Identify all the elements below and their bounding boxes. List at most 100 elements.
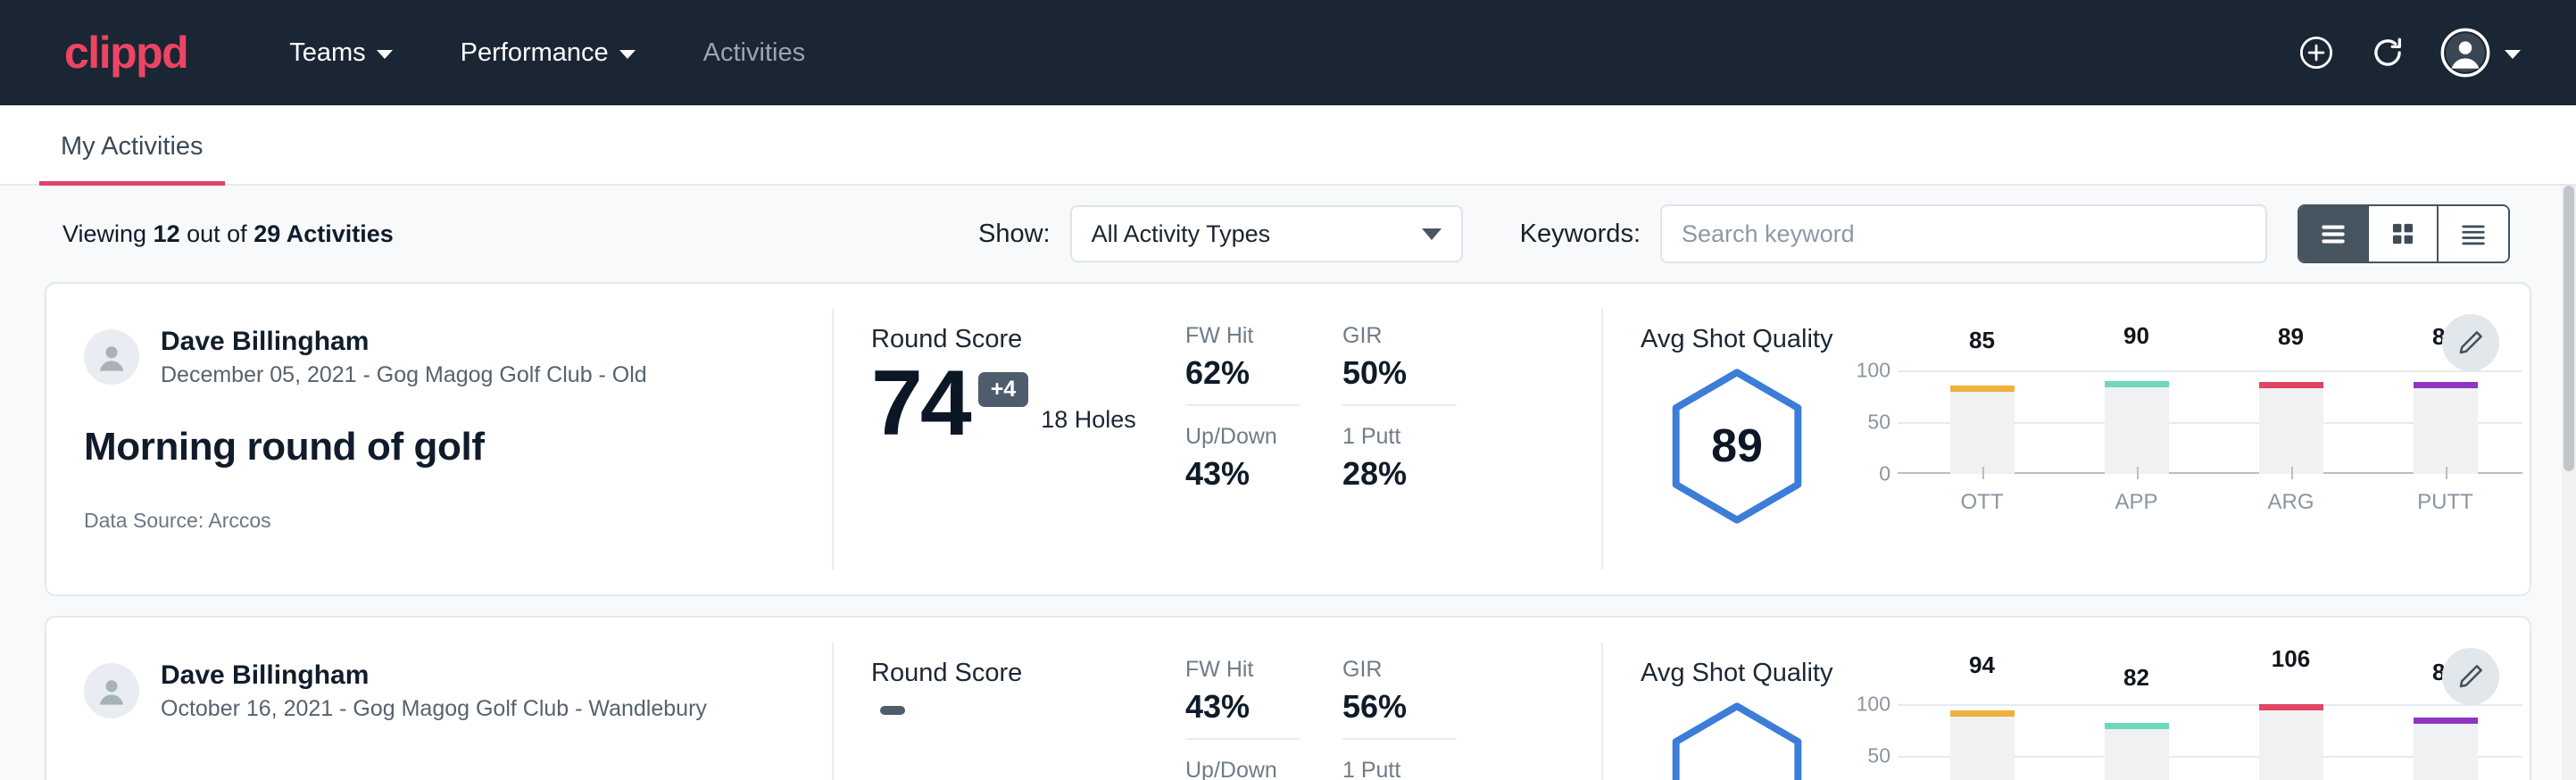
nav-item-teams[interactable]: Teams	[266, 38, 415, 68]
stat-gir-value: 50%	[1342, 354, 1457, 392]
list-view-icon	[2316, 217, 2350, 251]
edit-activity-button[interactable]	[2442, 314, 2499, 371]
bar-cap	[2414, 382, 2478, 388]
divider	[1342, 404, 1457, 406]
tab-my-activities[interactable]: My Activities	[39, 132, 225, 186]
refresh-icon[interactable]	[2369, 34, 2406, 71]
bar-cap	[2414, 718, 2478, 724]
activity-info-column: Dave Billingham December 05, 2021 - Gog …	[46, 284, 832, 594]
viewing-suffix: Activities	[280, 220, 394, 247]
stat-up-down: Up/Down	[1185, 758, 1300, 780]
bar-cap	[2105, 381, 2169, 387]
bar-rect	[1950, 386, 2015, 474]
chart-bar-app: 82	[2059, 704, 2214, 780]
avatar	[84, 329, 139, 385]
avg-shot-quality-label: Avg Shot Quality	[1641, 659, 2530, 688]
person-icon	[92, 337, 131, 377]
account-menu[interactable]	[2440, 28, 2521, 78]
chevron-down-icon	[2505, 50, 2521, 59]
stat-gir-label: GIR	[1342, 657, 1457, 683]
avg-shot-quality-value: 89	[1711, 419, 1763, 473]
score-differential-badge: +4	[978, 372, 1029, 407]
search-input[interactable]	[1660, 204, 2267, 263]
viewing-prefix: Viewing	[62, 220, 154, 247]
x-tick-label: OTT	[1961, 490, 2004, 515]
chart-bar-group: 85908989	[1905, 370, 2522, 474]
avg-shot-quality-column: Avg Shot Quality 100	[1603, 618, 2530, 780]
bar-value-label: 89	[2278, 323, 2304, 351]
compact-view-icon	[2456, 217, 2490, 251]
quality-hexagon: 89	[1666, 367, 1808, 526]
nav-item-activities[interactable]: Activities	[680, 38, 828, 68]
pencil-icon	[2456, 661, 2486, 692]
nav-item-teams-label: Teams	[289, 38, 365, 68]
chart-x-axis: OTTAPPARGPUTT	[1905, 476, 2522, 515]
chart-bars-area: 85908989	[1905, 370, 2522, 474]
nav-item-performance[interactable]: Performance	[437, 38, 659, 68]
chart-bar-app: 90	[2059, 370, 2214, 474]
stat-one-putt: 1 Putt 28%	[1342, 424, 1457, 493]
stat-fw-hit: FW Hit 62%	[1185, 323, 1300, 424]
stat-gir-value: 56%	[1342, 688, 1457, 726]
stat-fw-hit-value: 43%	[1185, 688, 1300, 726]
avg-shot-quality-body: 89 100 50 0	[1641, 367, 2530, 526]
activity-card[interactable]: Dave Billingham December 05, 2021 - Gog …	[45, 282, 2531, 596]
grid-view-button[interactable]	[2369, 206, 2439, 261]
page-scrollbar[interactable]	[2562, 186, 2576, 780]
top-navigation-bar: clippd Teams Performance Activities	[0, 0, 2576, 105]
bar-cap	[2259, 704, 2323, 710]
activity-type-select[interactable]: All Activity Types	[1070, 205, 1463, 262]
shot-quality-bar-chart: 100 50 0 948210687 OTTAPPARGPUTT	[1833, 701, 2530, 780]
compact-view-button[interactable]	[2439, 206, 2508, 261]
y-tick-0: 0	[1879, 462, 1890, 486]
bar-cap	[2259, 382, 2323, 388]
stat-fw-hit-value: 62%	[1185, 354, 1300, 392]
quality-hexagon-wrap	[1641, 701, 1833, 780]
chart-bar-putt: 87	[2368, 704, 2522, 780]
holes-played: 18 Holes	[1041, 406, 1136, 434]
divider	[1185, 404, 1300, 406]
activity-type-select-value: All Activity Types	[1092, 220, 1271, 248]
page-scrollbar-thumb[interactable]	[2564, 186, 2574, 471]
x-tick-label: ARG	[2267, 490, 2314, 515]
top-nav-actions	[2298, 28, 2521, 78]
bar-value-label: 82	[2123, 664, 2149, 692]
shot-quality-bar-chart: 100 50 0 85908989 OTTAPPARGPUTT	[1833, 367, 2530, 474]
stat-up-down-value: 43%	[1185, 455, 1300, 493]
round-score-column: Round Score 74 +4 18 Holes	[834, 284, 1182, 594]
activity-card[interactable]: Dave Billingham October 16, 2021 - Gog M…	[45, 616, 2531, 780]
stat-fw-hit: FW Hit 43%	[1185, 657, 1300, 758]
tab-my-activities-label: My Activities	[61, 132, 204, 161]
edit-activity-button[interactable]	[2442, 648, 2499, 705]
x-tick-ott: OTT	[1905, 476, 2059, 515]
y-tick-50: 50	[1867, 744, 1890, 768]
activity-data-source: Data Source: Arccos	[84, 509, 832, 533]
chart-bar-putt: 89	[2368, 370, 2522, 474]
bar-rect	[2414, 382, 2478, 474]
stat-up-down-label: Up/Down	[1185, 758, 1300, 780]
chart-plot-area: 100 50 0 85908989 OTTAPPARGPUTT	[1849, 370, 2530, 474]
author-name: Dave Billingham	[161, 659, 707, 693]
chart-bar-group: 948210687	[1905, 704, 2522, 780]
clippd-logo[interactable]: clippd	[64, 30, 187, 75]
chart-y-axis: 100 50 0	[1849, 704, 1898, 780]
round-score-label: Round Score	[871, 325, 1182, 354]
x-tick-mark	[2137, 467, 2139, 479]
stat-gir-label: GIR	[1342, 323, 1457, 349]
chevron-down-icon	[377, 50, 393, 59]
bar-rect	[2414, 718, 2478, 780]
avg-shot-quality-label: Avg Shot Quality	[1641, 325, 2530, 354]
add-circle-icon[interactable]	[2298, 34, 2335, 71]
bar-value-label: 90	[2123, 322, 2149, 350]
chart-plot-area: 100 50 0 948210687 OTTAPPARGPUTT	[1849, 704, 2530, 780]
activity-card-list: Dave Billingham December 05, 2021 - Gog …	[37, 282, 2539, 780]
bar-value-label: 94	[1969, 651, 1995, 679]
filter-controls: Show: All Activity Types Keywords:	[978, 204, 2510, 263]
score-differential-badge	[880, 706, 905, 715]
stat-gir: GIR 50%	[1342, 323, 1457, 424]
stat-one-putt: 1 Putt	[1342, 758, 1457, 780]
author-name: Dave Billingham	[161, 325, 647, 359]
stats-grid-top: FW Hit 62% GIR 50% Up/Down 43% 1 Put	[1185, 323, 1601, 493]
quality-hexagon	[1666, 701, 1808, 780]
list-view-button[interactable]	[2299, 206, 2369, 261]
